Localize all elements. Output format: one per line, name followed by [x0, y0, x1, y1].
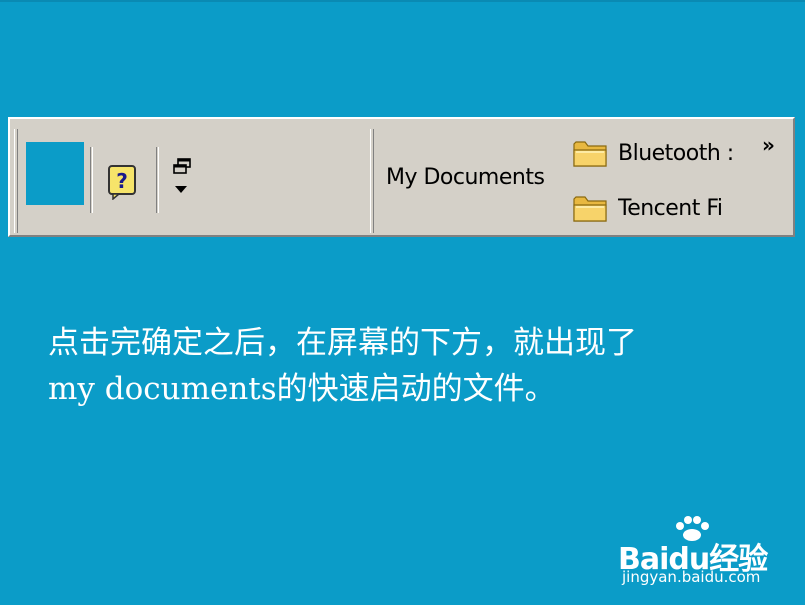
quick-launch-toolbar: ? My Documents Bluetooth : Tencent Fi »: [8, 117, 795, 237]
chevron-more-icon[interactable]: »: [762, 133, 775, 157]
top-border: [0, 0, 805, 2]
separator: [156, 147, 159, 213]
folder-label: Bluetooth :: [618, 140, 734, 166]
toolbar-title-my-documents[interactable]: My Documents: [386, 165, 545, 190]
watermark-url: jingyan.baidu.com: [622, 568, 761, 586]
restore-window-icon[interactable]: [172, 157, 194, 201]
caption-line-1: 点击完确定之后，在屏幕的下方，就出现了: [48, 325, 637, 361]
folder-shortcut-tencent[interactable]: Tencent Fi: [572, 192, 723, 224]
caption-line-2: my documents的快速启动的文件。: [48, 371, 556, 407]
toolbar-grip-left[interactable]: [14, 129, 18, 233]
desktop-preview-icon[interactable]: [26, 142, 84, 205]
separator: [90, 147, 93, 213]
caption-text: 点击完确定之后，在屏幕的下方，就出现了 my documents的快速启动的文件…: [48, 320, 788, 412]
help-icon[interactable]: ?: [107, 164, 141, 200]
folder-icon: [573, 196, 607, 222]
folder-label: Tencent Fi: [618, 195, 723, 221]
baidu-jingyan-watermark: Baidu经验 jingyan.baidu.com: [610, 514, 770, 590]
svg-text:?: ?: [116, 169, 128, 193]
folder-icon: [573, 141, 607, 167]
toolbar-grip-mydocs[interactable]: [370, 129, 374, 233]
folder-shortcut-bluetooth[interactable]: Bluetooth :: [572, 137, 734, 169]
